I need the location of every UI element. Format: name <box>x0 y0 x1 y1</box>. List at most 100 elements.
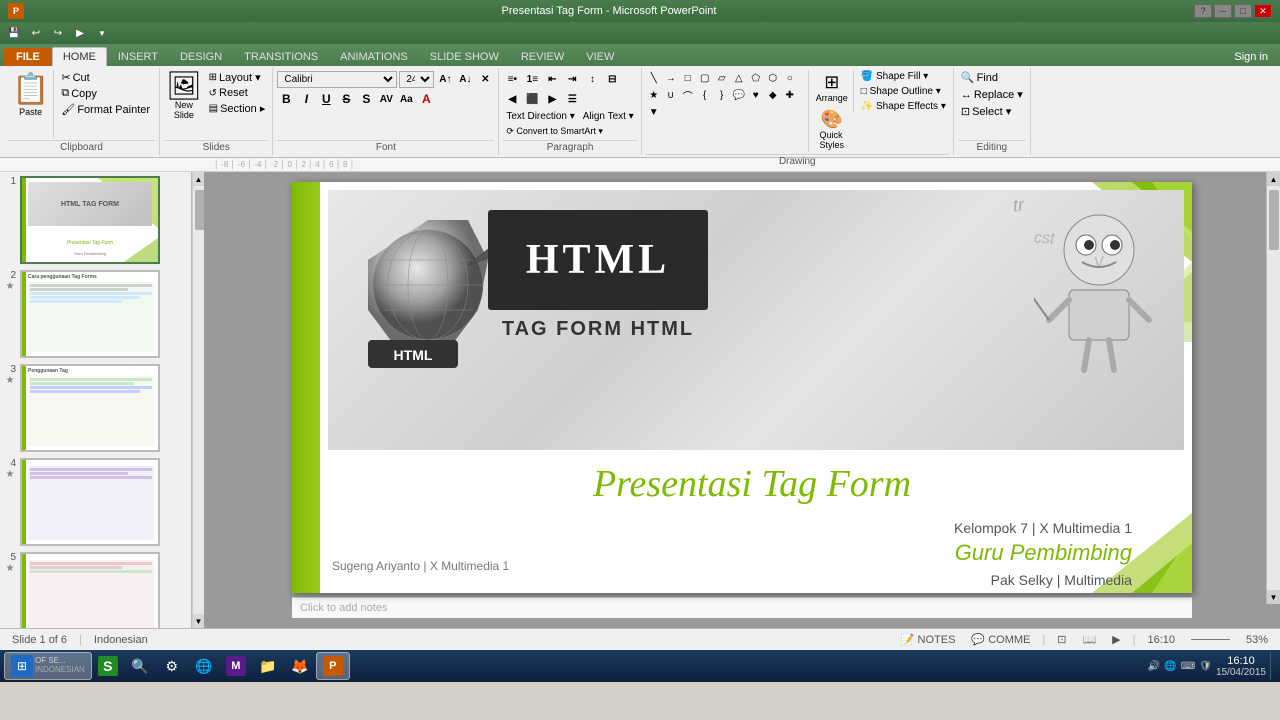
taskbar-app-files[interactable]: 📁 <box>252 652 284 680</box>
underline-btn[interactable]: U <box>317 90 335 108</box>
italic-btn[interactable]: I <box>297 90 315 108</box>
shape-fill-btn[interactable]: 🪣 Shape Fill ▾ <box>858 70 949 83</box>
layout-button[interactable]: ⊞ Layout ▾ <box>206 70 269 85</box>
shape-pentagon-btn[interactable]: ⬠ <box>748 70 764 86</box>
canvas-scroll-down[interactable]: ▼ <box>1267 590 1280 604</box>
line-spacing-btn[interactable]: ↕ <box>583 70 601 88</box>
select-button[interactable]: ⊡Select ▾ <box>958 104 1014 119</box>
undo-qa-btn[interactable]: ↩ <box>26 24 46 42</box>
replace-button[interactable]: ↔Replace ▾ <box>958 87 1026 102</box>
bullets-btn[interactable]: ≡• <box>503 70 521 88</box>
taskbar-app-m[interactable]: M <box>220 652 252 680</box>
reset-button[interactable]: ↺ Reset <box>206 86 269 100</box>
section-button[interactable]: ▤ Section ▸ <box>206 101 269 116</box>
shape-callout-btn[interactable]: 💬 <box>731 87 747 103</box>
strikethrough-btn[interactable]: S <box>337 90 355 108</box>
shape-bracket-btn[interactable]: { <box>697 87 713 103</box>
align-left-btn[interactable]: ◀ <box>503 90 521 108</box>
taskbar-app-search[interactable]: 🔍 <box>124 652 156 680</box>
text-direction-btn[interactable]: Text Direction ▾ <box>503 110 577 123</box>
new-slide-button[interactable]: 🖼 NewSlide <box>164 70 204 122</box>
scroll-down-arrow[interactable]: ▼ <box>193 614 204 628</box>
shape-line-btn[interactable]: ╲ <box>646 70 662 86</box>
customize-qa-btn[interactable]: ▼ <box>92 24 112 42</box>
scroll-track[interactable] <box>193 186 204 614</box>
font-size-down-btn[interactable]: A↓ <box>456 70 474 88</box>
shape-rect-btn[interactable]: □ <box>680 70 696 86</box>
shape-brace-btn[interactable]: } <box>714 87 730 103</box>
notes-area[interactable]: Click to add notes <box>292 597 1192 618</box>
slide-subtitle1[interactable]: Kelompok 7 | X Multimedia 1 <box>332 520 1172 536</box>
shape-cross-btn[interactable]: ✚ <box>782 87 798 103</box>
shape-outline-btn[interactable]: □ Shape Outline ▾ <box>858 85 949 98</box>
present-qa-btn[interactable]: ▶ <box>70 24 90 42</box>
format-painter-button[interactable]: 🖌 Format Painter <box>58 102 153 117</box>
start-btn[interactable]: ⊞ OF SE... INDONESIAN <box>4 652 92 680</box>
slide-panel-scrollbar[interactable]: ▲ ▼ <box>192 172 204 628</box>
bold-btn[interactable]: B <box>277 90 295 108</box>
view-reading-btn[interactable]: 📖 <box>1078 633 1100 646</box>
shape-arrow-btn[interactable]: → <box>663 70 679 86</box>
notes-btn[interactable]: 📝 NOTES <box>897 633 960 646</box>
canvas-scroll-up[interactable]: ▲ <box>1267 172 1280 186</box>
align-right-btn[interactable]: ▶ <box>543 90 561 108</box>
shape-triangle-btn[interactable]: △ <box>731 70 747 86</box>
font-size-select[interactable]: 24 <box>399 71 434 88</box>
decrease-indent-btn[interactable]: ⇤ <box>543 70 561 88</box>
view-normal-btn[interactable]: ⊡ <box>1053 633 1070 646</box>
paste-button[interactable]: 📋 Paste <box>8 70 54 138</box>
taskbar-app-s[interactable]: S <box>92 652 124 680</box>
font-size-up-btn[interactable]: A↑ <box>436 70 454 88</box>
font-color-btn[interactable]: A <box>417 90 435 108</box>
home-tab[interactable]: HOME <box>52 47 107 66</box>
taskbar-app-folder[interactable]: ⚙ <box>156 652 188 680</box>
save-qa-btn[interactable]: 💾 <box>4 24 24 42</box>
comments-btn[interactable]: 💬 COMME <box>967 633 1034 646</box>
animations-tab[interactable]: ANIMATIONS <box>329 47 419 66</box>
slide-canvas[interactable]: HTML HTML TAG FORM HTML <box>292 182 1192 593</box>
char-spacing-btn[interactable]: AV <box>377 90 395 108</box>
justify-btn[interactable]: ☰ <box>563 90 581 108</box>
slide-title[interactable]: Presentasi Tag Form <box>332 462 1172 506</box>
slide-footer[interactable]: Sugeng Ariyanto | X Multimedia 1 <box>332 559 509 573</box>
align-center-btn[interactable]: ⬛ <box>523 90 541 108</box>
text-shadow-btn[interactable]: S <box>357 90 375 108</box>
cut-button[interactable]: ✂ Cut <box>58 70 153 85</box>
convert-smartart-btn[interactable]: ⟳ Convert to SmartArt ▾ <box>503 125 606 138</box>
shape-parallelogram-btn[interactable]: ▱ <box>714 70 730 86</box>
slide-subtitle3[interactable]: Pak Selky | Multimedia <box>332 572 1172 588</box>
slide-thumb-5[interactable]: 5 ★ <box>4 552 187 628</box>
copy-button[interactable]: ⧉ Copy <box>58 86 153 101</box>
minimize-btn[interactable]: ─ <box>1214 4 1232 18</box>
transitions-tab[interactable]: TRANSITIONS <box>233 47 329 66</box>
slideshow-tab[interactable]: SLIDE SHOW <box>419 47 510 66</box>
design-tab[interactable]: DESIGN <box>169 47 233 66</box>
shape-arc-btn[interactable]: ⌒ <box>680 87 696 103</box>
redo-qa-btn[interactable]: ↪ <box>48 24 68 42</box>
help-btn[interactable]: ? <box>1194 4 1212 18</box>
insert-tab[interactable]: INSERT <box>107 47 169 66</box>
slide-thumb-3[interactable]: 3 ★ Penggunaan Tag <box>4 364 187 452</box>
zoom-level[interactable]: ───── <box>1187 634 1234 646</box>
find-button[interactable]: 🔍Find <box>958 70 1001 85</box>
shape-heart-btn[interactable]: ♥ <box>748 87 764 103</box>
view-tab[interactable]: VIEW <box>575 47 625 66</box>
show-desktop-btn[interactable] <box>1270 652 1276 680</box>
taskbar-app-ppt[interactable]: P <box>316 652 350 680</box>
slide-thumb-2[interactable]: 2 ★ Cara penggunaan Tag Forms <box>4 270 187 358</box>
taskbar-app-3[interactable]: 🌐 <box>188 652 220 680</box>
close-btn[interactable]: ✕ <box>1254 4 1272 18</box>
quick-styles-btn[interactable]: 🎨 QuickStyles <box>813 107 851 152</box>
restore-btn[interactable]: □ <box>1234 4 1252 18</box>
clear-format-btn[interactable]: ✕ <box>476 70 494 88</box>
file-tab[interactable]: FILE <box>4 48 52 66</box>
numbering-btn[interactable]: 1≡ <box>523 70 541 88</box>
case-btn[interactable]: Aa <box>397 90 415 108</box>
slide-thumb-4[interactable]: 4 ★ <box>4 458 187 546</box>
shape-diamond-btn[interactable]: ◆ <box>765 87 781 103</box>
font-family-select[interactable]: Calibri <box>277 71 397 88</box>
shape-rounded-rect-btn[interactable]: ▢ <box>697 70 713 86</box>
shape-hexagon-btn[interactable]: ⬡ <box>765 70 781 86</box>
scroll-up-arrow[interactable]: ▲ <box>193 172 204 186</box>
slide-thumb-1[interactable]: 1 HTML TAG FORM Presentasi Tag Form Guru… <box>4 176 187 264</box>
